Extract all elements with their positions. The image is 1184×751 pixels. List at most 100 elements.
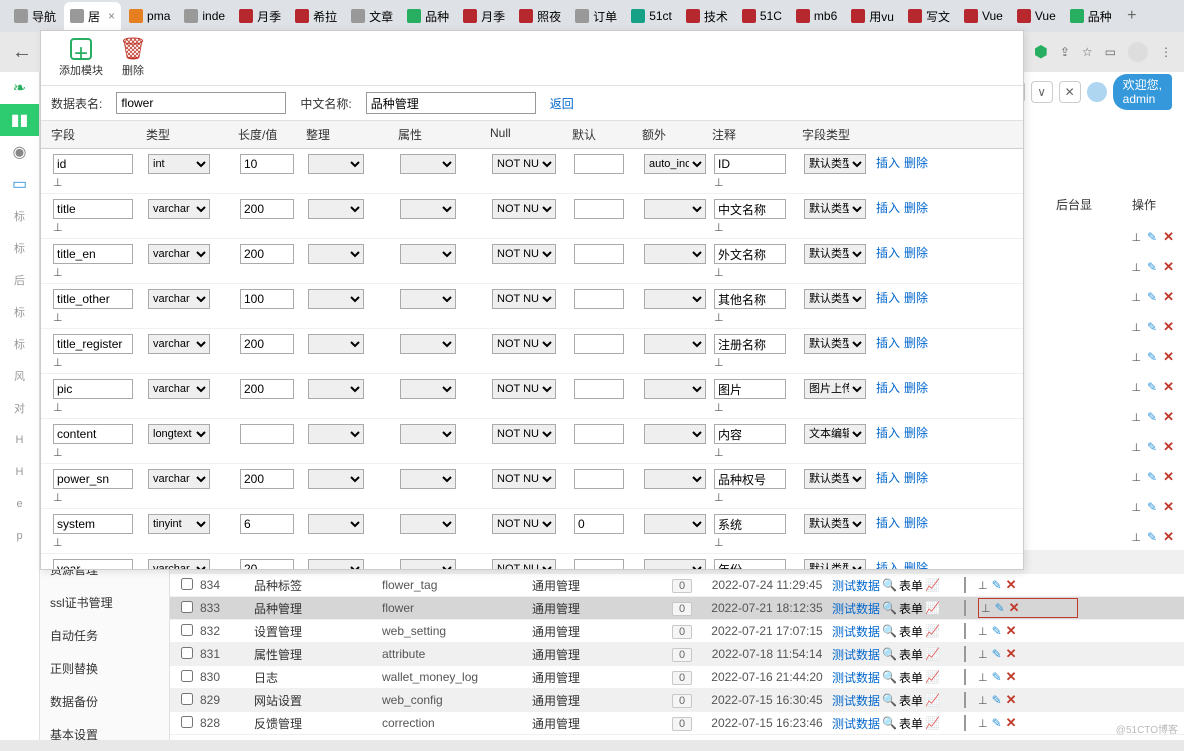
type-select[interactable]: varchar <box>148 244 210 264</box>
delete-icon[interactable]: ✕ <box>1163 499 1174 515</box>
length-input[interactable] <box>240 424 294 444</box>
comment-input[interactable] <box>714 199 786 219</box>
field-input[interactable] <box>53 154 133 174</box>
type-select[interactable]: tinyint <box>148 514 210 534</box>
collation-select[interactable] <box>308 334 364 354</box>
fieldtype-select[interactable]: 默认类型 <box>804 199 866 219</box>
tree-icon[interactable]: ⊥ <box>978 579 988 592</box>
type-select[interactable]: varchar <box>148 469 210 489</box>
tree-icon[interactable]: ⊥ <box>53 491 67 503</box>
delete-icon[interactable]: ✕ <box>1006 623 1017 639</box>
attr-select[interactable] <box>400 334 456 354</box>
field-input[interactable] <box>53 559 133 569</box>
extra-select[interactable] <box>644 289 706 309</box>
table-row[interactable]: 828 反馈管理 correction 通用管理 0 2022-07-15 16… <box>170 712 1184 735</box>
sidebar-letter[interactable]: 标 <box>0 232 39 264</box>
delete-icon[interactable]: ✕ <box>1006 715 1017 731</box>
field-input[interactable] <box>53 334 133 354</box>
page-icon[interactable] <box>964 577 966 593</box>
edit-icon[interactable]: ✎ <box>1147 290 1157 304</box>
fieldtype-select[interactable]: 默认类型 <box>804 469 866 489</box>
null-select[interactable]: NOT NUL <box>492 514 556 534</box>
comment-input[interactable] <box>714 559 786 569</box>
field-input[interactable] <box>53 244 133 264</box>
browser-tab[interactable]: 月季 <box>233 2 287 30</box>
browser-tab[interactable]: 希拉 <box>289 2 343 30</box>
edit-icon[interactable]: ✎ <box>992 578 1002 592</box>
window-icon[interactable]: ▭ <box>1105 45 1116 59</box>
edit-icon[interactable]: ✎ <box>1147 380 1157 394</box>
test-data-link[interactable]: 测试数据 <box>832 600 882 617</box>
test-data-link[interactable]: 测试数据 <box>832 669 882 686</box>
default-input[interactable] <box>574 199 624 219</box>
chart-icon[interactable]: 📈 <box>925 670 940 684</box>
sidebar-letter[interactable]: 标 <box>0 296 39 328</box>
tree-icon[interactable]: ⊥ <box>1131 411 1141 424</box>
delete-icon[interactable]: ✕ <box>1163 439 1174 455</box>
collation-select[interactable] <box>308 199 364 219</box>
delete-icon[interactable]: ✕ <box>1006 646 1017 662</box>
insert-link[interactable]: 插入 <box>876 156 900 170</box>
page-icon[interactable] <box>964 692 966 708</box>
comment-input[interactable] <box>714 379 786 399</box>
field-input[interactable] <box>53 514 133 534</box>
attr-select[interactable] <box>400 469 456 489</box>
profile-icon[interactable] <box>1128 42 1148 62</box>
collation-select[interactable] <box>308 154 364 174</box>
tree-icon[interactable]: ⊥ <box>53 356 67 368</box>
type-select[interactable]: varchar <box>148 289 210 309</box>
chart-icon[interactable]: 📈 <box>925 578 940 592</box>
tree-icon[interactable]: ⊥ <box>978 671 988 684</box>
new-tab-button[interactable]: + <box>1120 7 1144 25</box>
null-select[interactable]: NOT NUL <box>492 334 556 354</box>
null-select[interactable]: NOT NUL <box>492 424 556 444</box>
edit-icon[interactable]: ✎ <box>1147 410 1157 424</box>
default-input[interactable] <box>574 289 624 309</box>
default-input[interactable] <box>574 559 624 569</box>
type-select[interactable]: varchar <box>148 559 210 569</box>
page-icon[interactable] <box>964 623 966 639</box>
browser-tab[interactable]: Vue <box>1011 2 1062 30</box>
sidebar-letter[interactable]: H <box>0 424 39 456</box>
delete-icon[interactable]: ✕ <box>1006 692 1017 708</box>
dashboard-icon[interactable]: ◉ <box>0 136 39 168</box>
test-data-link[interactable]: 测试数据 <box>832 715 882 732</box>
comment-input[interactable] <box>714 469 786 489</box>
browser-tab[interactable]: Vue <box>958 2 1009 30</box>
attr-select[interactable] <box>400 424 456 444</box>
row-checkbox[interactable] <box>181 647 193 659</box>
fieldtype-select[interactable]: 图片上传 <box>804 379 866 399</box>
sidebar-item[interactable]: ssl证书管理 <box>40 586 169 619</box>
null-select[interactable]: NOT NUL <box>492 244 556 264</box>
comment-input[interactable] <box>714 289 786 309</box>
sidebar-letter[interactable]: H <box>0 456 39 488</box>
type-select[interactable]: varchar <box>148 334 210 354</box>
null-select[interactable]: NOT NUL <box>492 559 556 569</box>
extra-select[interactable] <box>644 379 706 399</box>
add-module-button[interactable]: + 添加模块 <box>51 36 111 80</box>
null-select[interactable]: NOT NUL <box>492 379 556 399</box>
default-input[interactable] <box>574 244 624 264</box>
length-input[interactable] <box>240 244 294 264</box>
insert-link[interactable]: 插入 <box>876 426 900 440</box>
edit-icon[interactable]: ✎ <box>995 601 1005 615</box>
browser-tab[interactable]: mb6 <box>790 2 843 30</box>
attr-select[interactable] <box>400 514 456 534</box>
comment-input[interactable] <box>714 334 786 354</box>
row-checkbox[interactable] <box>181 578 193 590</box>
tree-icon[interactable]: ⊥ <box>714 311 728 323</box>
table-name-input[interactable] <box>116 92 286 114</box>
delete-button[interactable]: 🗑 删除 <box>111 36 155 80</box>
tree-icon[interactable]: ⊥ <box>978 648 988 661</box>
extra-select[interactable] <box>644 469 706 489</box>
edit-icon[interactable]: ✎ <box>1147 470 1157 484</box>
comment-input[interactable] <box>714 514 786 534</box>
insert-link[interactable]: 插入 <box>876 561 900 569</box>
tab-close-icon[interactable]: × <box>108 9 115 23</box>
length-input[interactable] <box>240 199 294 219</box>
fieldtype-select[interactable]: 默认类型 <box>804 244 866 264</box>
collation-select[interactable] <box>308 244 364 264</box>
bookmark-icon[interactable]: ☆ <box>1082 45 1093 59</box>
edit-icon[interactable]: ✎ <box>1147 350 1157 364</box>
delete-link[interactable]: 删除 <box>904 336 928 350</box>
